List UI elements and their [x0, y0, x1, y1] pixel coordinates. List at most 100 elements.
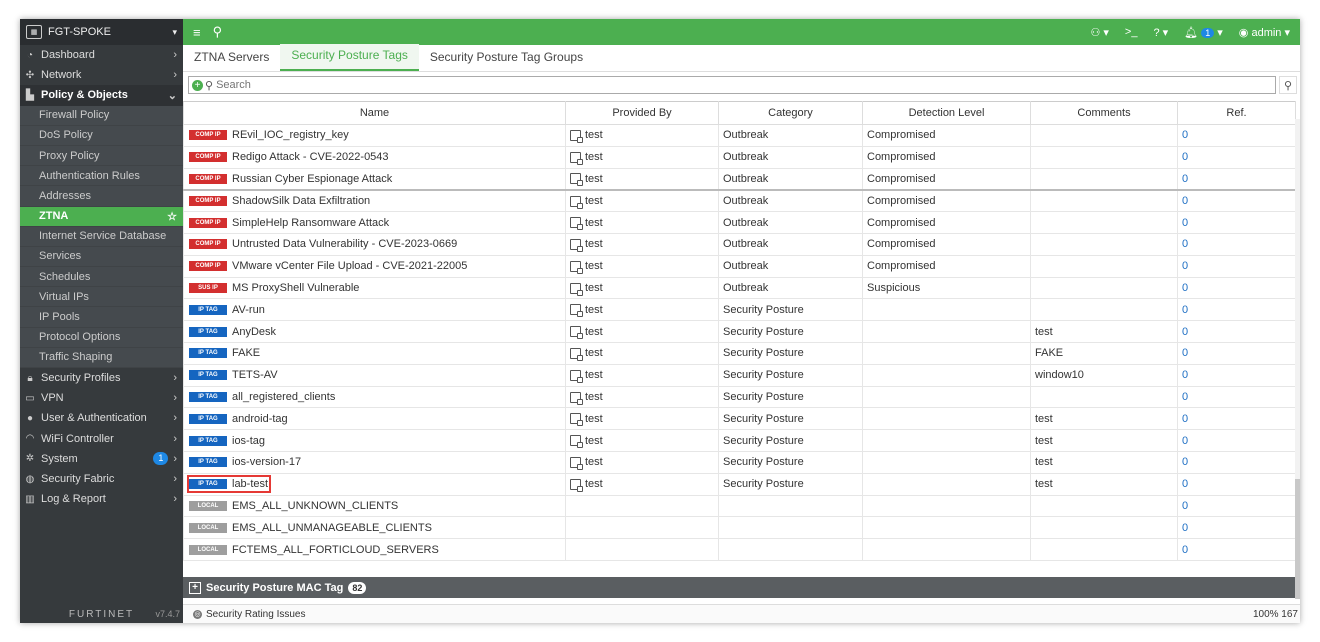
sidebar-sub-schedules[interactable]: Schedules: [20, 267, 183, 288]
ref-count-link[interactable]: 0: [1177, 124, 1296, 147]
table-row[interactable]: IP TAG ios-tag test Security Posture test 0: [183, 429, 1296, 452]
ref-count-link[interactable]: 0: [1177, 254, 1296, 278]
ref-count-link[interactable]: 0: [1177, 363, 1296, 387]
search-icon[interactable]: ⚲: [213, 24, 223, 40]
device-selector[interactable]: ▦ FGT-SPOKE ▾: [20, 19, 183, 45]
table-row[interactable]: IP TAG android-tag test Security Posture tes…: [183, 407, 1296, 431]
sidebar-sub-virtual-ips[interactable]: Virtual IPs: [20, 287, 183, 308]
table-row[interactable]: COMP IP Russian Cyber Espionage Attack tes…: [183, 167, 1296, 191]
user-icon: ●: [26, 412, 34, 424]
sidebar-sub-traffic-shaping[interactable]: Traffic Shaping: [20, 347, 183, 368]
name-wrapper: SUS IP MS ProxyShell Vulnerable: [188, 280, 361, 296]
vertical-scrollbar[interactable]: [1295, 119, 1300, 599]
tab-ztna-servers[interactable]: ZTNA Servers: [183, 46, 280, 71]
table-row[interactable]: LOCAL EMS_ALL_UNKNOWN_CLIENTS 0: [183, 494, 1296, 518]
provider-cell-text: test: [585, 456, 603, 469]
user-menu[interactable]: ◉ admin ▾: [1239, 26, 1290, 39]
name-cell: IP TAG TETS-AV: [183, 363, 566, 387]
column-header-ref[interactable]: Ref.: [1177, 101, 1296, 125]
ref-count-link[interactable]: 0: [1177, 298, 1296, 322]
table-row[interactable]: IP TAG ios-version-17 test Security Posture…: [183, 450, 1296, 474]
sidebar-sub-services[interactable]: Services: [20, 246, 183, 268]
table-row[interactable]: IP TAG FAKE test Security Posture FAKE 0: [183, 341, 1296, 365]
notifications-button[interactable]: 🔔︎ 1 ▾: [1184, 26, 1223, 39]
column-header-category[interactable]: Category: [718, 101, 863, 125]
table-row[interactable]: IP TAG AV-run test Security Posture 0: [183, 298, 1296, 322]
comments-cell: [1030, 145, 1178, 169]
sidebar-item-wifi-controller[interactable]: ◠ WiFi Controller ›: [20, 429, 183, 449]
ref-count-link[interactable]: 0: [1177, 167, 1296, 191]
table-row[interactable]: SUS IP MS ProxyShell Vulnerable test Outbre…: [183, 276, 1296, 300]
ref-count-link[interactable]: 0: [1177, 145, 1296, 169]
ref-count-link[interactable]: 0: [1177, 516, 1296, 540]
sidebar-sub-firewall-policy[interactable]: Firewall Policy: [20, 105, 183, 126]
column-header-comments[interactable]: Comments: [1030, 101, 1178, 125]
table-row[interactable]: COMP IP Redigo Attack - CVE-2022-0543 test…: [183, 145, 1296, 169]
detection-level-cell: [862, 538, 1031, 561]
scrollbar-thumb[interactable]: [1295, 479, 1300, 599]
menu-icon[interactable]: ≡: [193, 25, 201, 40]
table-row[interactable]: IP TAG TETS-AV test Security Posture window1…: [183, 363, 1296, 387]
ref-count-link[interactable]: 0: [1177, 320, 1296, 343]
sidebar-item-vpn[interactable]: ▭ VPN ›: [20, 388, 183, 408]
tab-security-posture-tag-groups[interactable]: Security Posture Tag Groups: [419, 46, 594, 71]
add-icon[interactable]: +: [192, 79, 203, 91]
sidebar-item-security-fabric[interactable]: ◍ Security Fabric ›: [20, 469, 183, 489]
column-header-detection-level[interactable]: Detection Level: [862, 101, 1031, 125]
ref-count-link[interactable]: 0: [1177, 188, 1296, 213]
sidebar-item-network[interactable]: ✣ Network ›: [20, 65, 183, 85]
sidebar-sub-ztna[interactable]: ZTNA ☆: [20, 206, 183, 227]
help-icon[interactable]: ? ▾: [1153, 26, 1168, 39]
table-row[interactable]: IP TAG AnyDesk test Security Posture test 0: [183, 320, 1296, 343]
fabric-topology-icon[interactable]: ⚇ ▾: [1090, 26, 1108, 39]
sidebar-sub-addresses[interactable]: Addresses: [20, 186, 183, 207]
group-count: 82: [348, 581, 367, 594]
table-row[interactable]: LOCAL EMS_ALL_UNMANAGEABLE_CLIENTS 0: [183, 516, 1296, 540]
policy-icon: ▙: [26, 89, 34, 101]
ref-count-link[interactable]: 0: [1177, 341, 1296, 365]
tab-security-posture-tags[interactable]: Security Posture Tags: [280, 44, 419, 71]
name-cell: IP TAG android-tag: [183, 407, 566, 431]
sidebar-sub-proxy-policy[interactable]: Proxy Policy: [20, 145, 183, 167]
ref-count-link[interactable]: 0: [1177, 276, 1296, 300]
sidebar-item-dashboard[interactable]: ◔ Dashboard ›: [20, 45, 183, 65]
column-header-name[interactable]: Name: [183, 101, 566, 125]
ref-count-link[interactable]: 0: [1177, 450, 1296, 474]
sidebar-sub-ip-pools[interactable]: IP Pools: [20, 307, 183, 328]
fabric-connector-icon: [570, 435, 583, 449]
table-row[interactable]: IP TAG lab-test test Security Posture test 0: [183, 472, 1296, 496]
favorite-star-icon[interactable]: ☆: [167, 210, 177, 223]
sidebar-item-log-report[interactable]: ▥ Log & Report ›: [20, 489, 183, 509]
sidebar-sub-authentication-rules[interactable]: Authentication Rules: [20, 166, 183, 187]
ref-count-link[interactable]: 0: [1177, 407, 1296, 431]
cli-console-icon[interactable]: >_: [1125, 26, 1138, 38]
security-rating-issues[interactable]: Security Rating Issues: [206, 609, 306, 620]
search-input[interactable]: [216, 79, 1275, 91]
ref-count-link[interactable]: 0: [1177, 429, 1296, 452]
ref-count-link[interactable]: 0: [1177, 494, 1296, 518]
group-row-mac-tag[interactable]: + Security Posture MAC Tag 82: [183, 577, 1295, 598]
table-row[interactable]: COMP IP ShadowSilk Data Exfiltration test O…: [183, 188, 1296, 213]
ref-count-link[interactable]: 0: [1177, 211, 1296, 234]
ref-count-link[interactable]: 0: [1177, 232, 1296, 256]
sidebar-sub-protocol-options[interactable]: Protocol Options: [20, 327, 183, 348]
table-row[interactable]: IP TAG all_registered_clients test Security…: [183, 385, 1296, 409]
sidebar-item-security-profiles[interactable]: 🔒︎ Security Profiles ›: [20, 368, 183, 388]
sidebar-item-policy-objects[interactable]: ▙ Policy & Objects ⌄: [20, 85, 183, 106]
expand-icon[interactable]: +: [189, 581, 201, 594]
table-row[interactable]: COMP IP SimpleHelp Ransomware Attack test O…: [183, 211, 1296, 234]
table-row[interactable]: COMP IP VMware vCenter File Upload - CVE-…: [183, 254, 1296, 278]
table-row[interactable]: COMP IP REvil_IOC_registry_key test Outbrea…: [183, 124, 1296, 147]
detection-level-cell: Compromised: [862, 167, 1031, 191]
ref-count-link[interactable]: 0: [1177, 538, 1296, 561]
sidebar-sub-internet-service-database[interactable]: Internet Service Database: [20, 226, 183, 247]
sidebar-item-user-authentication[interactable]: ● User & Authentication ›: [20, 408, 183, 428]
sidebar-sub-dos-policy[interactable]: DoS Policy: [20, 125, 183, 146]
search-button[interactable]: ⚲: [1279, 76, 1297, 94]
table-row[interactable]: LOCAL FCTEMS_ALL_FORTICLOUD_SERVERS 0: [183, 538, 1296, 561]
sidebar-item-system[interactable]: ✲ System 1 ›: [20, 449, 183, 469]
column-header-provided-by[interactable]: Provided By: [565, 101, 719, 125]
ref-count-link[interactable]: 0: [1177, 472, 1296, 496]
ref-count-link[interactable]: 0: [1177, 385, 1296, 409]
table-row[interactable]: COMP IP Untrusted Data Vulnerability - CV…: [183, 232, 1296, 256]
